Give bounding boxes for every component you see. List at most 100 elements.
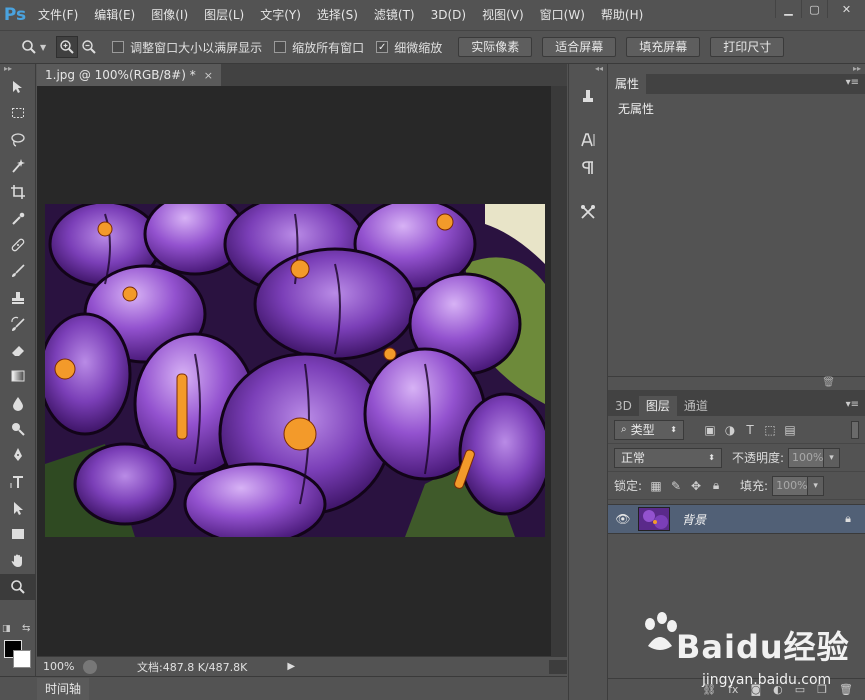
history-panel-icon[interactable]	[569, 82, 607, 110]
panel-menu-icon[interactable]: ▾≡	[846, 77, 859, 88]
adjustment-layer-icon[interactable]: ◐	[773, 683, 783, 696]
filter-shape-icon[interactable]: ⬚	[760, 423, 780, 437]
background-color-swatch[interactable]	[13, 650, 31, 668]
hand-tool-icon[interactable]	[0, 547, 36, 573]
tab-properties[interactable]: 属性	[608, 74, 647, 94]
zoom-level[interactable]: 100%	[37, 660, 83, 673]
menu-window[interactable]: 窗口(W)	[532, 0, 593, 30]
fit-screen-button[interactable]: 适合屏幕	[542, 37, 617, 57]
filter-smart-object-icon[interactable]: ▤	[780, 423, 800, 437]
new-layer-icon[interactable]: ❐	[817, 683, 827, 696]
zoom-tool-icon[interactable]	[0, 573, 36, 600]
zoom-in-icon[interactable]	[56, 36, 79, 58]
preset-dropdown-arrow-icon[interactable]: ▼	[40, 43, 46, 52]
zoom-tool-preset-icon[interactable]	[18, 36, 40, 58]
actual-pixels-button[interactable]: 实际像素	[458, 37, 533, 57]
fill-screen-button[interactable]: 填充屏幕	[626, 37, 701, 57]
add-mask-icon[interactable]: ◙	[750, 683, 761, 696]
blur-tool-icon[interactable]	[0, 390, 36, 416]
character-panel-icon[interactable]	[569, 126, 607, 154]
lock-all-icon[interactable]: 🔒︎	[706, 478, 726, 493]
lock-position-icon[interactable]: ✥	[686, 479, 706, 493]
default-colors-icon[interactable]: ◨	[2, 624, 11, 634]
opacity-dropdown-icon[interactable]: ▾	[824, 447, 841, 468]
collapse-arrows-icon[interactable]: ▸▸	[608, 64, 865, 74]
eraser-tool-icon[interactable]	[0, 337, 36, 363]
rectangle-tool-icon[interactable]	[0, 521, 36, 547]
status-menu-arrow-icon[interactable]: ▶	[287, 661, 295, 672]
filter-type-icon[interactable]: T	[740, 423, 760, 437]
menu-view[interactable]: 视图(V)	[474, 0, 532, 30]
layer-item[interactable]: 👁︎ 背景 🔒︎	[608, 504, 865, 534]
gradient-tool-icon[interactable]	[0, 363, 36, 389]
menu-layer[interactable]: 图层(L)	[196, 0, 252, 30]
swap-colors-icon[interactable]: ⇆	[22, 623, 30, 634]
document-tab[interactable]: 1.jpg @ 100%(RGB/8#) * ×	[37, 64, 221, 86]
close-tab-icon[interactable]: ×	[204, 69, 213, 82]
move-tool-icon[interactable]	[0, 74, 36, 100]
menu-edit[interactable]: 编辑(E)	[86, 0, 143, 30]
visibility-eye-icon[interactable]: 👁︎	[608, 512, 638, 526]
timeline-tab[interactable]: 时间轴	[37, 677, 90, 700]
maximize-button[interactable]: ▢	[801, 0, 827, 18]
tab-layers[interactable]: 图层	[638, 396, 677, 416]
crop-tool-icon[interactable]	[0, 179, 36, 205]
history-brush-tool-icon[interactable]	[0, 311, 36, 337]
filter-toggle[interactable]	[851, 420, 859, 439]
layer-name[interactable]: 背景	[682, 511, 706, 528]
minimize-button[interactable]: ▁	[775, 0, 801, 18]
filter-adjustment-icon[interactable]: ◑	[720, 423, 740, 437]
lasso-tool-icon[interactable]	[0, 127, 36, 153]
print-size-button[interactable]: 打印尺寸	[710, 37, 785, 57]
menu-image[interactable]: 图像(I)	[143, 0, 196, 30]
collapse-arrows-icon[interactable]: ▸▸	[0, 64, 35, 74]
lock-transparency-icon[interactable]: ▦	[646, 479, 666, 493]
trash-icon[interactable]: 🗑	[822, 377, 835, 388]
menu-select[interactable]: 选择(S)	[309, 0, 366, 30]
paragraph-panel-icon[interactable]	[569, 154, 607, 182]
tab-3d[interactable]: 3D	[608, 396, 639, 416]
path-selection-tool-icon[interactable]	[0, 495, 36, 521]
resize-windows-checkbox[interactable]: 调整窗口大小以满屏显示	[112, 39, 262, 56]
pen-tool-icon[interactable]	[0, 442, 36, 468]
new-group-icon[interactable]: ▭	[795, 683, 805, 696]
blend-mode-select[interactable]: 正常 ⬍	[614, 447, 722, 468]
healing-brush-tool-icon[interactable]	[0, 232, 36, 258]
collapse-arrows-icon[interactable]: ◂◂	[569, 64, 607, 74]
fill-input[interactable]: 100%	[772, 475, 809, 496]
lock-pixels-icon[interactable]: ✎	[666, 479, 686, 493]
opacity-input[interactable]: 100%	[788, 447, 825, 468]
clone-stamp-tool-icon[interactable]	[0, 284, 36, 310]
filter-pixel-icon[interactable]: ▣	[700, 423, 720, 437]
tab-channels[interactable]: 通道	[677, 396, 715, 416]
close-button[interactable]: ✕	[827, 0, 865, 18]
layer-style-icon[interactable]: fx	[728, 683, 738, 696]
horizontal-scrollbar[interactable]	[549, 659, 567, 674]
document-image[interactable]	[45, 204, 545, 537]
type-tool-icon[interactable]	[0, 468, 36, 494]
magic-wand-tool-icon[interactable]	[0, 153, 36, 179]
status-info-icon[interactable]	[83, 659, 97, 674]
fill-dropdown-icon[interactable]: ▾	[808, 475, 825, 496]
menu-filter[interactable]: 滤镜(T)	[366, 0, 423, 30]
vertical-scrollbar[interactable]	[551, 86, 567, 656]
zoom-out-icon[interactable]	[78, 36, 100, 58]
eyedropper-tool-icon[interactable]	[0, 205, 36, 231]
checkbox-box[interactable]	[274, 41, 287, 53]
brush-tool-icon[interactable]	[0, 258, 36, 284]
tool-presets-panel-icon[interactable]	[569, 198, 607, 226]
checkbox-box[interactable]	[112, 41, 125, 53]
menu-file[interactable]: 文件(F)	[30, 0, 86, 30]
dodge-tool-icon[interactable]	[0, 416, 36, 442]
menu-3d[interactable]: 3D(D)	[423, 0, 474, 30]
delete-layer-icon[interactable]: 🗑	[839, 683, 853, 696]
checkbox-checked-icon[interactable]: ✓	[376, 41, 389, 53]
panel-menu-icon[interactable]: ▾≡	[846, 399, 859, 410]
marquee-tool-icon[interactable]	[0, 100, 36, 126]
zoom-all-windows-checkbox[interactable]: 缩放所有窗口	[274, 39, 364, 56]
layer-filter-select[interactable]: ⌕ 类型 ⬍	[614, 419, 684, 440]
menu-help[interactable]: 帮助(H)	[593, 0, 651, 30]
menu-type[interactable]: 文字(Y)	[252, 0, 309, 30]
link-layers-icon[interactable]: ⛓	[702, 683, 716, 696]
scrubby-zoom-checkbox[interactable]: ✓ 细微缩放	[376, 39, 442, 56]
